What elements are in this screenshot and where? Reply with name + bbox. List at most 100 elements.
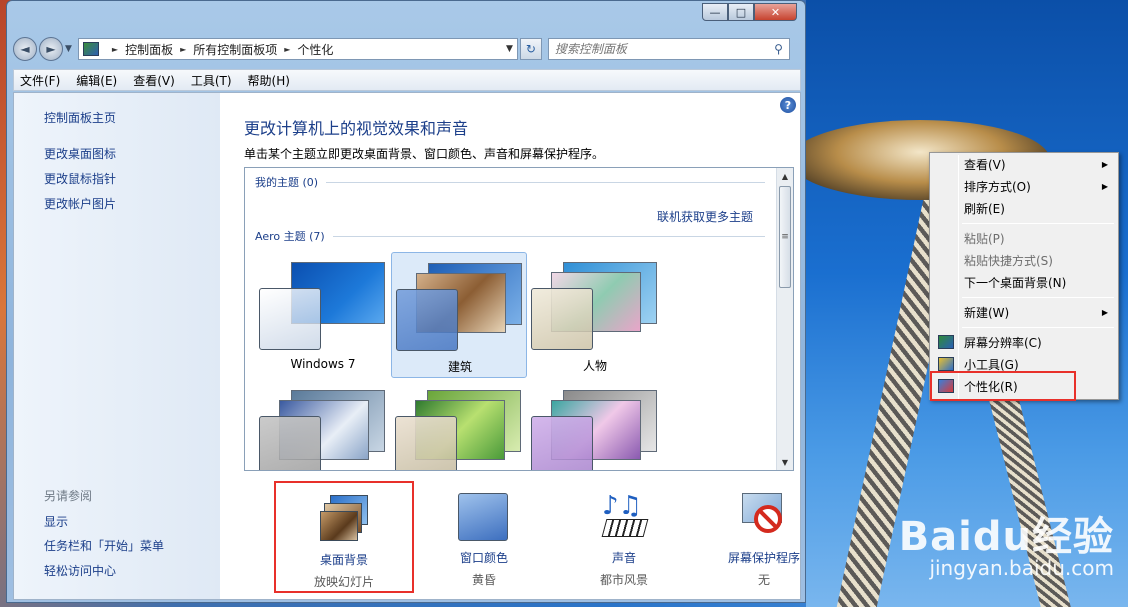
personalize-highlight-box <box>930 371 1076 401</box>
screensaver-button[interactable]: 屏幕保护程序 无 <box>694 481 834 593</box>
chevron-right-icon[interactable]: ► <box>284 45 290 54</box>
refresh-button[interactable]: ↻ <box>519 38 542 60</box>
ctx-label: 小工具(G) <box>964 357 1019 372</box>
ctx-label: 屏幕分辨率(C) <box>964 335 1042 350</box>
sidebar-link-ease-of-access[interactable]: 轻松访问中心 <box>44 562 116 579</box>
search-icon[interactable]: ⚲ <box>774 42 783 56</box>
divider <box>332 235 765 237</box>
window-glass-preview <box>259 288 321 350</box>
desktop-context-menu: 查看(V) ▶ 排序方式(O) ▶ 刷新(E) 粘贴(P) 粘贴快捷方式(S) 下一… <box>929 152 1119 400</box>
window-glass-preview <box>531 288 593 350</box>
gadgets-icon <box>938 357 954 371</box>
aero-themes-label: Aero 主题 (7) <box>255 230 325 243</box>
sidebar: 控制面板主页 更改桌面图标 更改鼠标指针 更改帐户图片 另请参阅 显示 任务栏和… <box>14 93 220 599</box>
ctx-view[interactable]: 查看(V) ▶ <box>932 153 1116 175</box>
tool-label: 声音 <box>611 551 636 565</box>
breadcrumb: ► 控制面板 ► 所有控制面板项 ► 个性化 <box>105 41 334 58</box>
sound-button[interactable]: ♪♫ 声音 都市风景 <box>554 481 694 593</box>
ctx-next-background[interactable]: 下一个桌面背景(N) <box>932 271 1116 293</box>
minimize-button[interactable]: — <box>702 3 728 21</box>
menu-tools[interactable]: 工具(T) <box>191 72 232 89</box>
theme-windows7[interactable]: Windows 7 <box>255 252 391 378</box>
breadcrumb-item[interactable]: 个性化 <box>297 41 333 58</box>
tool-label: 窗口颜色 <box>459 551 508 565</box>
watermark-url: jingyan.baidu.com <box>929 556 1114 580</box>
submenu-arrow-icon: ▶ <box>1101 181 1108 191</box>
tool-value: 黄昏 <box>471 573 496 587</box>
main-panel: ? 更改计算机上的视觉效果和声音 单击某个主题立即更改桌面背景、窗口颜色、声音和… <box>220 93 800 599</box>
scroll-down-icon[interactable]: ▼ <box>777 454 793 470</box>
get-more-themes-link[interactable]: 联机获取更多主题 <box>657 208 753 225</box>
my-themes-heading[interactable]: 我的主题 (0) <box>255 174 765 190</box>
address-bar[interactable]: ► 控制面板 ► 所有控制面板项 ► 个性化 ▼ <box>77 38 518 60</box>
sidebar-link-control-panel-home[interactable]: 控制面板主页 <box>44 109 116 126</box>
sidebar-link-taskbar[interactable]: 任务栏和「开始」菜单 <box>44 537 164 554</box>
divider <box>326 181 765 183</box>
content-area: 控制面板主页 更改桌面图标 更改鼠标指针 更改帐户图片 另请参阅 显示 任务栏和… <box>13 92 801 600</box>
forward-button[interactable]: ► <box>39 37 63 61</box>
theme-list: 我的主题 (0) 联机获取更多主题 Aero 主题 (7) Windows 7 … <box>244 167 794 471</box>
sidebar-link-mouse-pointers[interactable]: 更改鼠标指针 <box>44 170 116 187</box>
ctx-new[interactable]: 新建(W) ▶ <box>932 301 1116 323</box>
desktop-background-button[interactable]: 桌面背景 放映幻灯片 <box>274 481 414 593</box>
breadcrumb-item[interactable]: 控制面板 <box>125 41 173 58</box>
history-dropdown-icon[interactable]: ▼ <box>65 44 72 54</box>
sidebar-link-account-picture[interactable]: 更改帐户图片 <box>44 195 116 212</box>
submenu-arrow-icon: ▶ <box>1101 159 1108 169</box>
sidebar-link-display[interactable]: 显示 <box>44 513 68 530</box>
chevron-right-icon[interactable]: ► <box>180 45 186 54</box>
submenu-arrow-icon: ▶ <box>1101 307 1108 317</box>
theme-architecture[interactable]: 建筑 <box>391 252 527 378</box>
theme-nature[interactable] <box>391 380 527 470</box>
chevron-right-icon[interactable]: ► <box>112 45 118 54</box>
menu-view[interactable]: 查看(V) <box>133 72 175 89</box>
ctx-refresh[interactable]: 刷新(E) <box>932 197 1116 219</box>
theme-label: Windows 7 <box>290 357 356 371</box>
tool-value: 无 <box>757 573 770 587</box>
ctx-label: 刷新(E) <box>964 201 1005 216</box>
page-title: 更改计算机上的视觉效果和声音 <box>244 119 469 138</box>
screensaver-icon <box>738 493 788 541</box>
ctx-label: 新建(W) <box>964 305 1010 320</box>
theme-settings-bar: 桌面背景 放映幻灯片 窗口颜色 黄昏 ♪♫ 声音 都市风景 屏幕保护程序 无 <box>244 481 800 597</box>
ctx-label: 查看(V) <box>964 157 1006 172</box>
theme-list-scrollbar[interactable]: ▲ ≡ ▼ <box>776 168 793 470</box>
maximize-button[interactable]: □ <box>728 3 754 21</box>
help-icon[interactable]: ? <box>780 97 796 113</box>
window-glass-preview <box>395 416 457 470</box>
sidebar-link-desktop-icons[interactable]: 更改桌面图标 <box>44 145 116 162</box>
aero-themes-heading[interactable]: Aero 主题 (7) <box>255 228 765 244</box>
sound-icon: ♪♫ <box>598 493 649 541</box>
scroll-up-icon[interactable]: ▲ <box>777 168 793 184</box>
baidu-watermark: Baidu经验 jingyan.baidu.com <box>899 504 1114 580</box>
scrollbar-thumb[interactable]: ≡ <box>779 186 791 288</box>
tool-value: 都市风景 <box>599 573 648 587</box>
menu-help[interactable]: 帮助(H) <box>248 72 290 89</box>
theme-landscapes[interactable] <box>255 380 391 470</box>
desktop-background-icon <box>320 495 370 543</box>
my-themes-label: 我的主题 (0) <box>255 176 319 189</box>
tool-label: 屏幕保护程序 <box>727 551 800 565</box>
tool-value: 放映幻灯片 <box>313 575 374 589</box>
theme-characters[interactable]: 人物 <box>527 252 663 378</box>
theme-scenes[interactable] <box>527 380 663 470</box>
window-color-button[interactable]: 窗口颜色 黄昏 <box>414 481 554 593</box>
monitor-icon <box>938 335 954 349</box>
ctx-paste: 粘贴(P) <box>932 227 1116 249</box>
window-glass-preview <box>396 289 458 351</box>
search-input[interactable] <box>554 42 765 56</box>
ctx-paste-shortcut: 粘贴快捷方式(S) <box>932 249 1116 271</box>
breadcrumb-item[interactable]: 所有控制面板项 <box>193 41 277 58</box>
menu-edit[interactable]: 编辑(E) <box>76 72 117 89</box>
ctx-screen-resolution[interactable]: 屏幕分辨率(C) <box>932 331 1116 353</box>
menu-file[interactable]: 文件(F) <box>20 72 60 89</box>
menu-bar: 文件(F) 编辑(E) 查看(V) 工具(T) 帮助(H) <box>13 69 801 91</box>
search-box: ⚲ <box>547 38 790 60</box>
page-description: 单击某个主题立即更改桌面背景、窗口颜色、声音和屏幕保护程序。 <box>244 147 605 161</box>
ctx-sort-by[interactable]: 排序方式(O) ▶ <box>932 175 1116 197</box>
address-dropdown-icon[interactable]: ▼ <box>506 44 513 54</box>
back-button[interactable]: ◄ <box>13 37 37 61</box>
close-button[interactable]: ✕ <box>754 3 797 21</box>
menu-separator <box>962 297 1114 298</box>
menu-separator <box>962 327 1114 328</box>
